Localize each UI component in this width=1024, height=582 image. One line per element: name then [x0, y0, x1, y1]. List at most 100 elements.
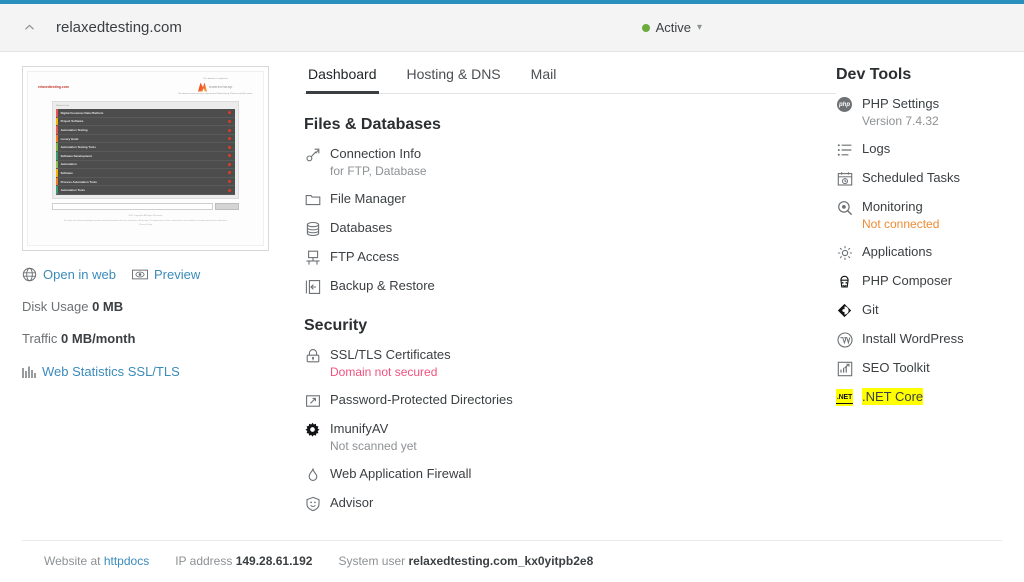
list-item[interactable]: Install WordPress [836, 330, 1002, 348]
status-dot-icon [641, 23, 650, 32]
list-item-label: .NET Core [862, 388, 924, 405]
monitor-icon [304, 249, 321, 266]
site-preview-column: relaxedtesting.com This domain is regist… [22, 66, 290, 512]
footer-ip-value: 149.28.61.192 [235, 554, 313, 568]
list-item[interactable]: SSL/TLS Certificates Domain not secured [304, 346, 836, 380]
plesk-domain-dashboard: relaxedtesting.com Active ▾ relaxedtesti… [0, 0, 1024, 582]
mini-row-label: Project Software [60, 119, 84, 124]
dev-tools-list: php PHP Settings Version 7.4.32 Logs Schedul… [836, 95, 1002, 406]
list-item-body: PHP Settings Version 7.4.32 [862, 95, 939, 129]
mini-link-row: Automation Testing [56, 126, 235, 135]
tab-dashboard[interactable]: Dashboard [306, 66, 379, 94]
list-item-body: Password-Protected Directories [330, 391, 513, 408]
preview-link[interactable]: Preview [132, 267, 200, 282]
footer-user-label: System user [338, 554, 406, 568]
list-item[interactable]: Web Application Firewall [304, 465, 836, 483]
list-item[interactable]: PHP Composer [836, 272, 1002, 290]
list-item[interactable]: Applications [836, 243, 1002, 261]
list-item-sublabel: for FTP, Database [330, 164, 427, 178]
list-item[interactable]: Monitoring Not connected [836, 198, 1002, 232]
list-item[interactable]: SEO Toolkit [836, 359, 1002, 377]
mini-row-arrow-icon [228, 119, 231, 123]
list-item[interactable]: ImunifyAV Not scanned yet [304, 420, 836, 454]
list-item[interactable]: php PHP Settings Version 7.4.32 [836, 95, 1002, 129]
mini-brand-caption-top: This domain is registered [203, 78, 228, 80]
list-item-label: Install WordPress [862, 331, 964, 346]
tab-hosting-dns[interactable]: Hosting & DNS [405, 66, 503, 94]
chevron-down-icon[interactable]: ▾ [697, 22, 702, 33]
chevron-up-icon[interactable] [18, 17, 40, 39]
traffic-value: 0 MB/month [61, 331, 136, 346]
bar-chart-icon [22, 365, 36, 379]
seo-chart-icon [836, 360, 853, 377]
list-item-label: PHP Settings [862, 96, 940, 111]
list-item[interactable]: Scheduled Tasks [836, 169, 1002, 187]
files-databases-list: Connection Info for FTP, Database File Man… [304, 145, 836, 295]
footer-website: Website at httpdocs [44, 554, 149, 568]
dev-tools-title: Dev Tools [836, 66, 912, 83]
connection-icon [304, 146, 321, 163]
advisor-icon [304, 495, 321, 512]
list-item-body: ImunifyAV Not scanned yet [330, 420, 417, 454]
mini-link-row: Process Automation Tools [56, 177, 235, 187]
domain-name[interactable]: relaxedtesting.com [56, 19, 182, 36]
list-item-label: Databases [330, 220, 393, 235]
status-label: Active [655, 20, 691, 35]
mini-search [52, 202, 239, 210]
list-item[interactable]: Git [836, 301, 1002, 319]
disk-usage-row: Disk Usage 0 MB [22, 299, 290, 314]
list-item-body: FTP Access [330, 248, 399, 265]
site-thumbnail[interactable]: relaxedtesting.com This domain is regist… [22, 66, 269, 251]
open-in-web-label: Open in web [43, 267, 116, 282]
dashboard-content: relaxedtesting.com This domain is regist… [0, 52, 1024, 512]
key-folder-icon [304, 392, 321, 409]
list-item[interactable]: Password-Protected Directories [304, 391, 836, 409]
list-item-body: Databases [330, 219, 392, 236]
mini-link-row: Automation Testing Tools [56, 143, 235, 152]
list-item-body: Applications [862, 243, 932, 260]
list-item-body: Monitoring Not connected [862, 198, 939, 232]
list-item[interactable]: FTP Access [304, 248, 836, 266]
mini-links-panel: Related Links Digital Customer Data Plat… [52, 101, 239, 199]
list-item-sublabel: Version 7.4.32 [862, 114, 939, 128]
mini-brand-name: namecheap [209, 83, 233, 89]
mini-search-input [52, 202, 213, 210]
list-item[interactable]: .NET .NET Core [836, 388, 1002, 406]
list-item[interactable]: Advisor [304, 494, 836, 512]
list-item-label: PHP Composer [862, 273, 953, 288]
mini-row-label: Automation Testing Tools [60, 145, 96, 150]
web-statistics-link[interactable]: Web Statistics SSL/TLS [22, 364, 180, 379]
footer-httpdocs-link[interactable]: httpdocs [104, 554, 149, 568]
list-item-label: File Manager [330, 191, 406, 206]
open-in-web-link[interactable]: Open in web [22, 267, 116, 282]
mini-row-arrow-icon [228, 128, 231, 132]
list-item-body: Backup & Restore [330, 277, 435, 294]
mini-link-row: Digital Customer Data Platform [56, 109, 235, 118]
tab-mail[interactable]: Mail [529, 66, 559, 94]
mini-domain-label: relaxedtesting.com [38, 85, 69, 89]
list-item-label: Monitoring [862, 199, 923, 214]
backup-icon [304, 278, 321, 295]
list-item-body: PHP Composer [862, 272, 952, 289]
list-item-body: Git [862, 301, 879, 318]
list-item[interactable]: File Manager [304, 190, 836, 208]
list-item-body: Connection Info for FTP, Database [330, 145, 427, 179]
list-item[interactable]: Backup & Restore [304, 277, 836, 295]
list-item[interactable]: Logs [836, 140, 1002, 158]
mini-brand: This domain is registered namecheap This… [178, 78, 253, 96]
list-item-label: ImunifyAV [330, 421, 389, 436]
status-badge[interactable]: Active ▾ [641, 20, 702, 35]
list-item[interactable]: Databases [304, 219, 836, 237]
mini-link-row: Software Development [56, 152, 235, 161]
mini-row-arrow-icon [228, 188, 231, 192]
list-item-label: Applications [862, 244, 933, 259]
list-item-sublabel: Domain not secured [330, 365, 438, 379]
list-item-body: File Manager [330, 190, 406, 207]
lock-icon [304, 347, 321, 364]
list-item-body: Install WordPress [862, 330, 964, 347]
mini-footer: 2022 Copyright. All Rights Reserved. Thi… [38, 214, 253, 228]
list-icon [836, 141, 853, 158]
list-item[interactable]: Connection Info for FTP, Database [304, 145, 836, 179]
mini-row-label: Automation Tools [60, 188, 85, 193]
list-item-sublabel: Not connected [862, 217, 940, 231]
